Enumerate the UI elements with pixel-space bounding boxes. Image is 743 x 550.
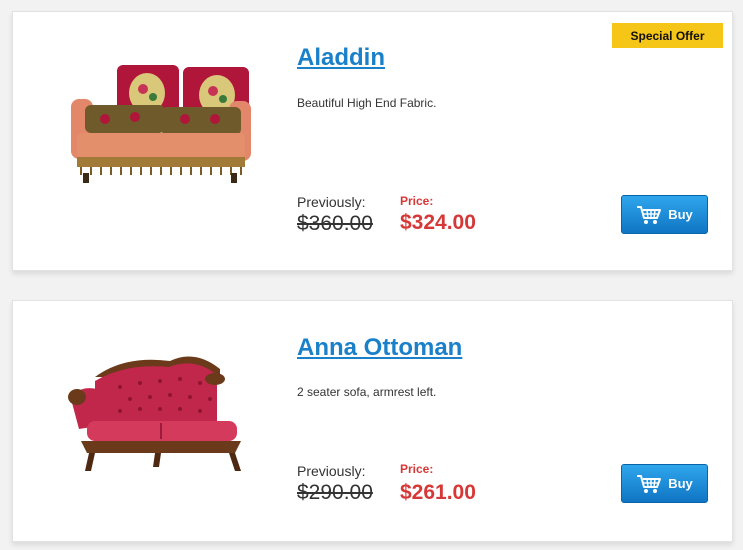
previous-price-label: Previously: — [297, 463, 366, 479]
previous-price-value: $290.00 — [297, 481, 373, 504]
buy-button-label: Buy — [668, 476, 693, 491]
product-image[interactable] — [65, 57, 255, 187]
buy-button[interactable]: Buy — [621, 464, 708, 503]
buy-button-label: Buy — [668, 207, 693, 222]
previous-price-value: $360.00 — [297, 212, 373, 235]
product-title-link[interactable]: Anna Ottoman — [297, 334, 462, 362]
shopping-cart-icon — [637, 474, 662, 493]
price-value: $324.00 — [400, 211, 476, 234]
previous-price-label: Previously: — [297, 194, 366, 210]
shopping-cart-icon — [637, 205, 662, 224]
price-label: Price: — [400, 462, 434, 476]
product-description: Beautiful High End Fabric. — [297, 96, 437, 110]
product-card: Special Offer Aladdin Beautiful High End… — [12, 11, 733, 271]
price-label: Price: — [400, 194, 434, 208]
product-image[interactable] — [65, 347, 255, 477]
product-card: Anna Ottoman 2 seater sofa, armrest left… — [12, 300, 733, 542]
product-title-link[interactable]: Aladdin — [297, 44, 385, 72]
special-offer-badge: Special Offer — [612, 23, 723, 48]
buy-button[interactable]: Buy — [621, 195, 708, 234]
product-description: 2 seater sofa, armrest left. — [297, 385, 437, 399]
price-value: $261.00 — [400, 481, 476, 504]
